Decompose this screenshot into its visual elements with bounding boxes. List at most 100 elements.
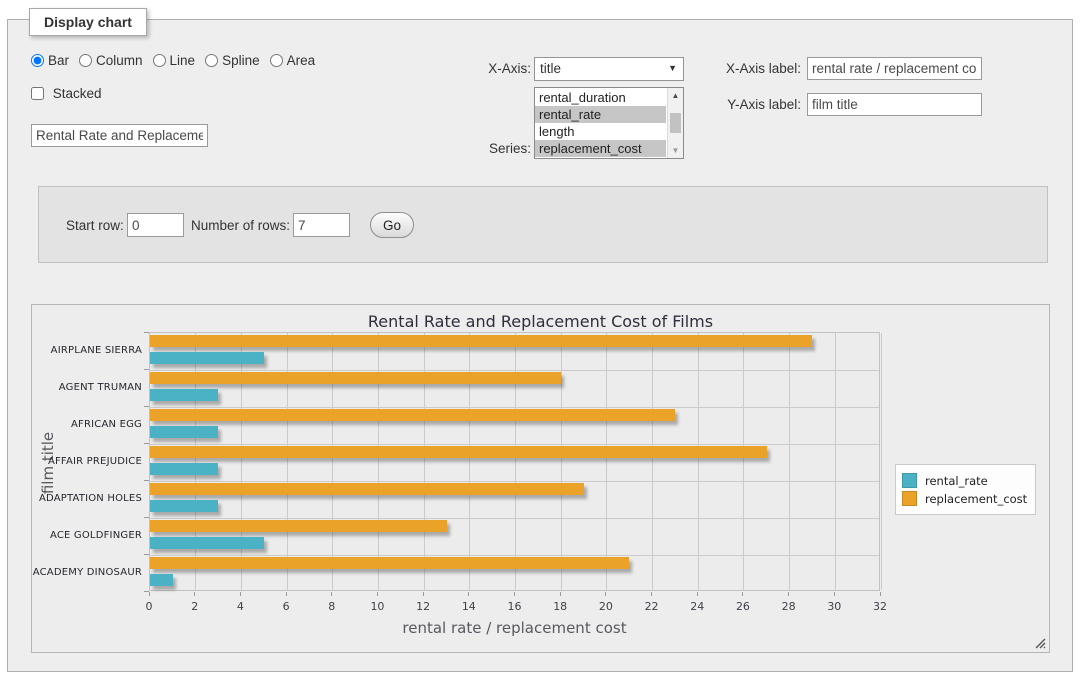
plot-area: [149, 332, 880, 591]
x-axis-label: X-Axis:: [463, 61, 531, 76]
series-label: Series:: [458, 141, 531, 156]
chart-type-option-label: Bar: [48, 53, 69, 68]
gridline: [789, 333, 790, 590]
series-option-rental_rate[interactable]: rental_rate: [535, 106, 666, 123]
series-option-rental_duration[interactable]: rental_duration: [535, 89, 666, 106]
gridline: [150, 555, 879, 556]
x-tick: [149, 592, 150, 596]
x-axis-title: rental rate / replacement cost: [149, 619, 880, 637]
x-tick-label: 28: [774, 600, 804, 613]
chart-type-option-label: Spline: [222, 53, 260, 68]
chart-type-radio-column[interactable]: [79, 54, 92, 67]
x-tick: [605, 592, 606, 596]
scrollbar-thumb[interactable]: [670, 113, 681, 133]
x-tick: [514, 592, 515, 596]
bar-replacement_cost: [150, 520, 447, 532]
stacked-option[interactable]: Stacked: [31, 86, 102, 101]
series-listbox[interactable]: rental_durationrental_ratelengthreplacem…: [534, 87, 684, 159]
x-tick: [377, 592, 378, 596]
x-tick: [697, 592, 698, 596]
panel-title: Display chart: [29, 8, 147, 36]
x-tick-label: 12: [408, 600, 438, 613]
y-category-label: AFRICAN EGG: [32, 419, 142, 430]
series-option-replacement_cost[interactable]: replacement_cost: [535, 140, 666, 157]
legend-item-replacement_cost: replacement_cost: [902, 491, 1027, 506]
chart-type-radio-area[interactable]: [270, 54, 283, 67]
stacked-checkbox[interactable]: [31, 87, 44, 100]
series-options: rental_durationrental_ratelengthreplacem…: [535, 89, 666, 157]
scroll-up-icon[interactable]: ▲: [668, 88, 683, 103]
x-tick: [742, 592, 743, 596]
series-scrollbar[interactable]: ▲ ▼: [667, 88, 683, 158]
bar-rental_rate: [150, 574, 173, 586]
bar-replacement_cost: [150, 446, 767, 458]
bar-rental_rate: [150, 500, 218, 512]
num-rows-input[interactable]: [293, 213, 350, 237]
gridline: [835, 333, 836, 590]
y-tick: [144, 480, 149, 481]
x-tick-label: 24: [682, 600, 712, 613]
x-axis-label-input[interactable]: [807, 57, 982, 80]
start-row-label: Start row:: [66, 218, 126, 233]
gridline: [881, 333, 882, 590]
chart-type-radio-bar[interactable]: [31, 54, 44, 67]
x-tick-label: 16: [500, 600, 530, 613]
start-row-input[interactable]: [127, 213, 184, 237]
go-button[interactable]: Go: [370, 212, 414, 238]
x-tick: [423, 592, 424, 596]
x-tick-label: 22: [637, 600, 667, 613]
y-category-label: AFFAIR PREJUDICE: [32, 456, 142, 467]
legend-item-rental_rate: rental_rate: [902, 473, 1027, 488]
gridline: [743, 333, 744, 590]
bar-replacement_cost: [150, 557, 629, 569]
x-tick: [560, 592, 561, 596]
x-tick-label: 26: [728, 600, 758, 613]
y-category-label: AGENT TRUMAN: [32, 382, 142, 393]
dropdown-arrow-icon: ▼: [668, 63, 677, 73]
y-axis-label-input[interactable]: [807, 93, 982, 116]
x-tick: [651, 592, 652, 596]
scroll-down-icon[interactable]: ▼: [668, 143, 683, 158]
y-category-label: ACADEMY DINOSAUR: [32, 567, 142, 578]
chart-title: Rental Rate and Replacement Cost of Film…: [32, 312, 1049, 331]
x-tick-label: 0: [134, 600, 164, 613]
gridline: [150, 481, 879, 482]
legend-swatch-icon: [902, 473, 917, 488]
bar-rental_rate: [150, 426, 218, 438]
x-tick: [331, 592, 332, 596]
x-tick-label: 2: [180, 600, 210, 613]
y-tick: [144, 332, 149, 333]
x-tick-label: 32: [865, 600, 895, 613]
chart-type-option-line[interactable]: Line: [153, 53, 196, 68]
y-category-label: ADAPTATION HOLES: [32, 493, 142, 504]
x-axis-select[interactable]: title ▼: [534, 57, 684, 81]
gridline: [698, 333, 699, 590]
y-tick: [144, 554, 149, 555]
chart-type-option-label: Line: [170, 53, 196, 68]
resize-grip-icon[interactable]: [1035, 638, 1046, 649]
x-tick: [240, 592, 241, 596]
x-tick: [468, 592, 469, 596]
chart-container: Rental Rate and Replacement Cost of Film…: [31, 304, 1050, 653]
x-tick-label: 18: [545, 600, 575, 613]
chart-type-option-bar[interactable]: Bar: [31, 53, 69, 68]
chart-type-option-column[interactable]: Column: [79, 53, 143, 68]
x-tick-label: 6: [271, 600, 301, 613]
series-option-length[interactable]: length: [535, 123, 666, 140]
chart-type-radio-line[interactable]: [153, 54, 166, 67]
chart-type-option-area[interactable]: Area: [270, 53, 316, 68]
x-tick: [788, 592, 789, 596]
x-tick: [194, 592, 195, 596]
legend-swatch-icon: [902, 491, 917, 506]
gridline: [150, 444, 879, 445]
chart-type-option-spline[interactable]: Spline: [205, 53, 260, 68]
chart-title-input[interactable]: [31, 124, 208, 147]
bar-rental_rate: [150, 537, 264, 549]
bar-replacement_cost: [150, 335, 812, 347]
gridline: [150, 518, 879, 519]
rows-controls-box: Start row: Number of rows: Go: [38, 186, 1048, 263]
x-tick-label: 8: [317, 600, 347, 613]
chart-type-radio-spline[interactable]: [205, 54, 218, 67]
bar-replacement_cost: [150, 483, 584, 495]
legend-label: rental_rate: [925, 474, 988, 488]
